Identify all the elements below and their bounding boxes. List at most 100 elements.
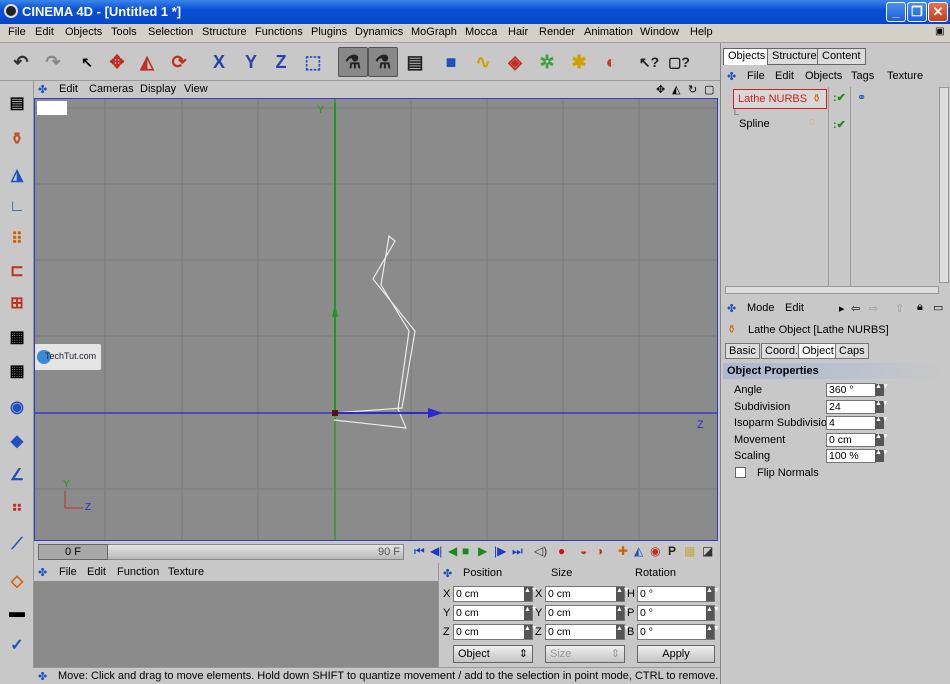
rotation-h-field[interactable]: 0 °	[637, 586, 715, 602]
coordinate-system-icon[interactable]: ⬚	[298, 47, 328, 77]
menu-window[interactable]: Window	[640, 26, 679, 38]
render-view-icon[interactable]: ⚗	[338, 47, 368, 77]
viewport-maximize-icon[interactable]: ▢	[704, 83, 714, 96]
forward-arrow-icon[interactable]: ⇨	[869, 302, 878, 315]
edges-mode-icon[interactable]: ⊏	[3, 257, 31, 285]
deformer-icon[interactable]: ✱	[564, 47, 594, 77]
restore-button[interactable]: ❐	[907, 2, 927, 22]
material-menu-edit[interactable]: Edit	[87, 566, 106, 578]
material-menu-file[interactable]: File	[59, 566, 77, 578]
rotation-b-field[interactable]: 0 °	[637, 624, 715, 640]
coord-mode-select[interactable]: Object ⇕	[453, 645, 533, 663]
points-mode-icon[interactable]: ⠿	[3, 225, 31, 253]
scale-key-icon[interactable]: ◭	[634, 544, 643, 558]
tab-structure[interactable]: Structure	[767, 48, 822, 65]
parameter-key-icon[interactable]: P	[668, 544, 676, 558]
help-arrow-icon[interactable]: ↖?	[634, 47, 664, 77]
size-x-spinner[interactable]: ▲▼	[616, 587, 630, 601]
subdivision-field[interactable]: 24	[826, 400, 876, 414]
rotation-p-spinner[interactable]: ▲▼	[706, 606, 720, 620]
play-arrow-icon[interactable]: ▸	[839, 302, 845, 315]
visibility-check-icon[interactable]: :✔	[833, 91, 846, 104]
tab-object[interactable]: Object	[798, 343, 838, 359]
light-icon[interactable]: ◐	[596, 47, 626, 77]
select-arrow-icon[interactable]: ↖	[72, 47, 102, 77]
back-arrow-icon[interactable]: ⇦	[851, 302, 860, 315]
object-name-spline[interactable]: Spline	[739, 118, 770, 130]
help-panel-icon[interactable]: ▢?	[664, 47, 694, 77]
tab-objects[interactable]: Objects	[723, 48, 771, 65]
menu-restore-icon[interactable]: ▣	[935, 26, 944, 37]
texture-axis-icon[interactable]: ▦	[3, 357, 31, 385]
polygons-mode-icon[interactable]: ⊞	[3, 289, 31, 317]
nurbs-icon[interactable]: ◈	[500, 47, 530, 77]
spline-icon[interactable]: ∿	[468, 47, 498, 77]
menu-mograph[interactable]: MoGraph	[411, 26, 457, 38]
menu-tools[interactable]: Tools	[111, 26, 137, 38]
sound-icon[interactable]: ◁)	[534, 544, 547, 558]
material-menu-function[interactable]: Function	[117, 566, 159, 578]
menu-mocca[interactable]: Mocca	[465, 26, 497, 38]
viewport-zoom-icon[interactable]: ◭	[672, 83, 680, 96]
angle-spinner[interactable]: ▲▼	[875, 383, 889, 396]
size-z-spinner[interactable]: ▲▼	[616, 625, 630, 639]
rotate-tool-icon[interactable]: ⟳	[164, 47, 194, 77]
viewport-pin-icon[interactable]: ✤	[38, 83, 47, 96]
objects-menu-objects[interactable]: Objects	[805, 70, 842, 82]
angle-field[interactable]: 360 °	[826, 383, 876, 397]
menu-edit[interactable]: Edit	[35, 26, 54, 38]
viewport-menu-display[interactable]: Display	[140, 83, 176, 95]
tab-content[interactable]: Content	[817, 48, 866, 65]
position-key-icon[interactable]: ✚	[618, 544, 628, 558]
rotation-key-icon[interactable]: ◉	[650, 544, 660, 558]
scaling-spinner[interactable]: ▲▼	[875, 449, 889, 462]
size-z-field[interactable]: 0 cm	[545, 624, 625, 640]
viewport[interactable]: Y Z Y Z TechTut.com	[34, 98, 718, 541]
autokey-icon[interactable]: ◒	[580, 544, 587, 558]
menu-dynamics[interactable]: Dynamics	[355, 26, 403, 38]
x-axis-lock-icon[interactable]: X	[204, 47, 234, 77]
render-region-icon[interactable]: ⚗	[368, 47, 398, 77]
attributes-menu-mode[interactable]: Mode	[747, 302, 775, 314]
menu-hair[interactable]: Hair	[508, 26, 528, 38]
isoparm-field[interactable]: 4	[826, 416, 876, 430]
record-icon[interactable]: ●	[558, 544, 565, 558]
flip-normals-checkbox[interactable]	[735, 467, 746, 478]
menu-render[interactable]: Render	[539, 26, 575, 38]
goto-start-icon[interactable]: ⏮	[414, 544, 425, 559]
menu-plugins[interactable]: Plugins	[311, 26, 347, 38]
move-tool-icon[interactable]: ✥	[102, 47, 132, 77]
subdivision-spinner[interactable]: ▲▼	[875, 400, 889, 413]
keyframe-selection-icon[interactable]: ◑	[596, 544, 603, 558]
object-mode-icon[interactable]: ⚱	[3, 125, 31, 153]
scale-tool-icon[interactable]: ◭	[132, 47, 162, 77]
up-arrow-icon[interactable]: ⇧	[895, 302, 904, 315]
material-pin-icon[interactable]: ✤	[38, 566, 47, 579]
rotation-b-spinner[interactable]: ▲▼	[706, 625, 720, 639]
position-x-field[interactable]: 0 cm	[453, 586, 533, 602]
y-axis-lock-icon[interactable]: Y	[236, 47, 266, 77]
objects-menu-file[interactable]: File	[747, 70, 765, 82]
material-menu-texture[interactable]: Texture	[168, 566, 204, 578]
viewport-menu-edit[interactable]: Edit	[59, 83, 78, 95]
viewport-menu-cameras[interactable]: Cameras	[89, 83, 134, 95]
undo-icon[interactable]: ↶	[6, 47, 36, 77]
coord-size-select[interactable]: Size ⇕	[545, 645, 625, 663]
menu-structure[interactable]: Structure	[202, 26, 247, 38]
tab-basic[interactable]: Basic	[725, 343, 760, 359]
timeline-options-icon[interactable]: ◪	[702, 544, 713, 558]
position-x-spinner[interactable]: ▲▼	[524, 587, 538, 601]
cube-primitive-icon[interactable]: ■	[436, 47, 466, 77]
point-level-key-icon[interactable]: ▦	[684, 544, 695, 558]
point-select-icon[interactable]: ⠶	[3, 493, 31, 521]
scaling-field[interactable]: 100 %	[826, 449, 876, 463]
magnet-tool-icon[interactable]: ✓	[3, 631, 31, 659]
menu-help[interactable]: Help	[690, 26, 713, 38]
layout-icon[interactable]: ▤	[3, 89, 31, 117]
goto-end-icon[interactable]: ⏭	[512, 544, 523, 559]
size-x-field[interactable]: 0 cm	[545, 586, 625, 602]
paint-tool-icon[interactable]: ▬	[3, 599, 31, 627]
viewport-move-icon[interactable]: ✥	[656, 83, 665, 96]
objects-menu-tags[interactable]: Tags	[851, 70, 874, 82]
phong-tag-icon[interactable]: ⚭	[857, 91, 866, 104]
